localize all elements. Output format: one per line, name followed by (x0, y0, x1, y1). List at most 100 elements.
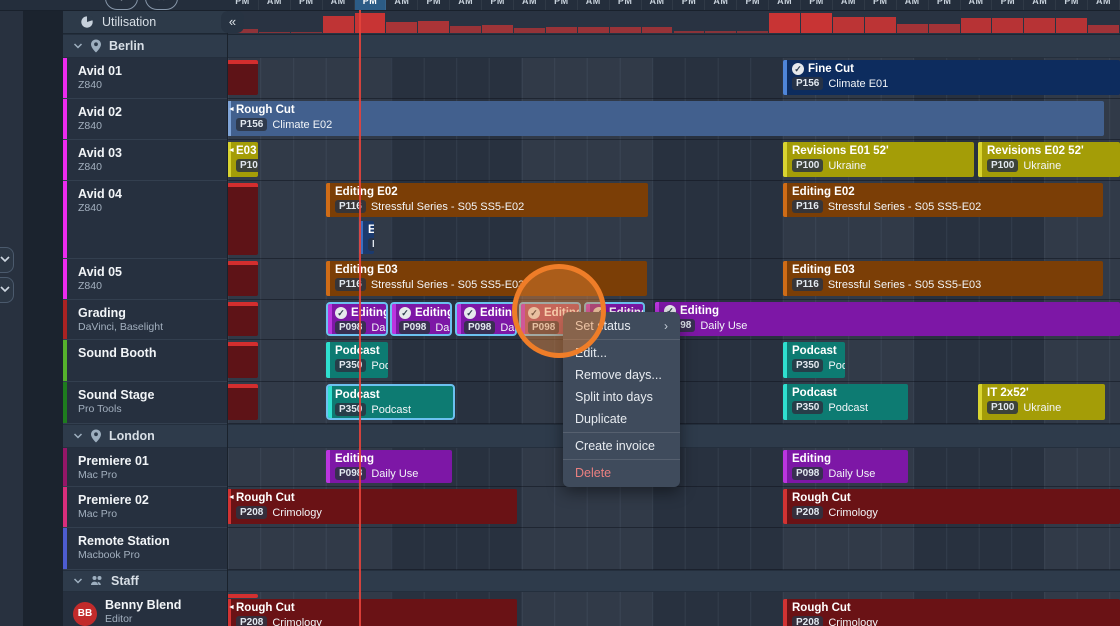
timeline-header-cell[interactable]: PM (291, 0, 323, 10)
timeline-header-cell[interactable]: PM (929, 0, 961, 10)
timeline-header-cell[interactable]: PM (801, 0, 833, 10)
sidebar-item-sound-stage[interactable]: Sound StagePro Tools (63, 382, 227, 424)
favorite-button[interactable]: ♡ (105, 0, 138, 10)
timeline-header-cell[interactable]: PM (1056, 0, 1088, 10)
booking-block[interactable]: PodcastP350Podcast (783, 342, 845, 378)
booking-block[interactable] (227, 384, 258, 420)
context-menu-item-split-into-days[interactable]: Split into days (563, 386, 680, 408)
timeline-header-cell[interactable]: PM (355, 0, 387, 10)
booking-block[interactable]: Revisions E01 52'P100Ukraine (783, 142, 974, 177)
booking-block[interactable]: Editing E02P116Stressful Series - S05 SS… (326, 183, 648, 217)
timeline-header-cell[interactable]: AM (1088, 0, 1120, 10)
panel-chevron-button-1[interactable] (0, 247, 14, 273)
group-header-berlin[interactable]: Berlin (63, 34, 1120, 58)
booking-block[interactable]: ◄Rough CutP208Crimology (227, 489, 517, 524)
continues-left-icon: ◄ (228, 494, 235, 501)
resource-color-stripe (63, 181, 67, 258)
booking-block[interactable]: PodcastP350Podcast (326, 384, 455, 420)
utilization-bar (291, 32, 322, 33)
sidebar-item-avid-04[interactable]: Avid 04Z840 (63, 181, 227, 259)
sidebar-item-grading[interactable]: GradingDaVinci, Baselight (63, 300, 227, 340)
sidebar-item-premiere-02[interactable]: Premiere 02Mac Pro (63, 487, 227, 528)
booking-block[interactable]: EP (359, 221, 374, 254)
sidebar-item-avid-05[interactable]: Avid 05Z840 (63, 259, 227, 300)
sidebar-item-avid-01[interactable]: Avid 01Z840 (63, 58, 227, 99)
am-pm-label: PM (355, 0, 386, 6)
chevron-down-icon (0, 253, 11, 265)
booking-block[interactable]: IT 2x52'P100Ukraine (978, 384, 1105, 420)
booking-block[interactable] (227, 183, 258, 255)
group-label: Berlin (109, 39, 144, 53)
booking-block[interactable]: Editing E02P116Stressful Series - S05 SS… (783, 183, 1103, 217)
group-header-staff[interactable]: Staff (63, 570, 1120, 592)
booking-block[interactable]: Editing E03P116Stressful Series - S05 SS… (326, 261, 647, 296)
timeline-header-cell[interactable]: PM (227, 0, 259, 10)
booking-title-line: Revisions E01 52' (792, 144, 970, 158)
booking-block[interactable] (227, 60, 258, 95)
sidebar-item-avid-03[interactable]: Avid 03Z840 (63, 140, 227, 181)
sidebar-item-avid-02[interactable]: Avid 02Z840 (63, 99, 227, 140)
sidebar-item-premiere-01[interactable]: Premiere 01Mac Pro (63, 448, 227, 487)
timeline-header-cell[interactable]: AM (578, 0, 610, 10)
booking-block[interactable] (227, 302, 258, 336)
timeline-header-cell[interactable]: PM (674, 0, 706, 10)
timeline-header-cell[interactable]: AM (897, 0, 929, 10)
context-menu-item-duplicate[interactable]: Duplicate (563, 408, 680, 430)
booking-block[interactable]: ◄Rough CutP208Crimology (227, 599, 517, 626)
context-menu-item-create-invoice[interactable]: Create invoice (563, 435, 680, 457)
scheduler-app: ♡ ✕ PMAMPMAMPMAMPMAMPMAMPMAMPMAMPMAMPMAM… (0, 0, 1120, 626)
timeline-header-cell[interactable]: PM (865, 0, 897, 10)
timeline-header-cell[interactable]: AM (514, 0, 546, 10)
timeline-header-cell[interactable]: AM (769, 0, 801, 10)
booking-block[interactable]: ✓EditingP098Daily Use (455, 302, 517, 336)
panel-chevron-button-2[interactable] (0, 277, 14, 303)
booking-title-line: ✓Editing (664, 304, 1116, 318)
booking-block[interactable]: PodcastP350Podcast (783, 384, 908, 420)
booking-block[interactable]: Rough CutP208Crimology (783, 599, 1120, 626)
booking-block[interactable] (227, 261, 258, 296)
am-pm-label: PM (801, 0, 832, 6)
close-button[interactable]: ✕ (145, 0, 178, 10)
timeline-header-cell[interactable]: PM (546, 0, 578, 10)
timeline-header-cell[interactable]: AM (961, 0, 993, 10)
booking-block[interactable] (227, 594, 258, 598)
utilization-bar (450, 26, 481, 33)
booking-block[interactable]: EditingP098Daily Use (783, 450, 908, 483)
utilization-bar (1056, 18, 1087, 33)
booking-block[interactable]: ✓EditingP098Daily Use (655, 302, 1120, 336)
timeline-header-cell[interactable]: PM (610, 0, 642, 10)
timeline-header-cell[interactable]: PM (992, 0, 1024, 10)
booking-block[interactable]: PodcastP350Podcast (326, 342, 388, 378)
timeline-header-cell[interactable]: PM (737, 0, 769, 10)
booking-block[interactable]: ✓EditingP098Daily Use (390, 302, 452, 336)
timeline-header-cell[interactable]: AM (642, 0, 674, 10)
booking-block[interactable] (227, 342, 258, 378)
timeline-header-cell[interactable]: PM (418, 0, 450, 10)
context-menu-item-remove-days-[interactable]: Remove days... (563, 364, 680, 386)
context-menu-item-delete[interactable]: Delete (563, 462, 680, 484)
timeline-header-cell[interactable]: AM (833, 0, 865, 10)
context-menu-item-edit-[interactable]: Edit... (563, 342, 680, 364)
sidebar-collapse-button[interactable]: « (221, 11, 244, 33)
booking-block[interactable]: Revisions E02 52'P100Ukraine (978, 142, 1120, 177)
sidebar-item-remote-station[interactable]: Remote StationMacbook Pro (63, 528, 227, 570)
context-menu-item-set-status[interactable]: Set status› (563, 315, 680, 337)
timeline-header-cell[interactable]: AM (386, 0, 418, 10)
booking-block[interactable]: ◄E03 +P100 (227, 142, 258, 177)
booking-block[interactable]: ✓EditingP098Daily Use (326, 302, 388, 336)
booking-title-line: Editing (792, 452, 904, 466)
sidebar-item-benny-blend[interactable]: BBBenny BlendEditor (63, 592, 227, 626)
booking-stripe (978, 142, 982, 177)
booking-block[interactable]: ✓Fine CutP156Climate E01 (783, 60, 1120, 95)
booking-block[interactable]: Rough CutP208Crimology (783, 489, 1120, 524)
booking-block[interactable]: Editing E03P116Stressful Series - S05 SS… (783, 261, 1103, 296)
timeline-header-cell[interactable]: AM (259, 0, 291, 10)
resource-subtitle: Z840 (78, 120, 227, 132)
timeline-header-cell[interactable]: AM (705, 0, 737, 10)
timeline-header-cell[interactable]: PM (482, 0, 514, 10)
timeline-header-cell[interactable]: AM (323, 0, 355, 10)
sidebar-item-sound-booth[interactable]: Sound Booth (63, 340, 227, 382)
timeline-header-cell[interactable]: AM (1024, 0, 1056, 10)
timeline-header-cell[interactable]: AM (450, 0, 482, 10)
booking-block[interactable]: EditingP098Daily Use (326, 450, 452, 483)
